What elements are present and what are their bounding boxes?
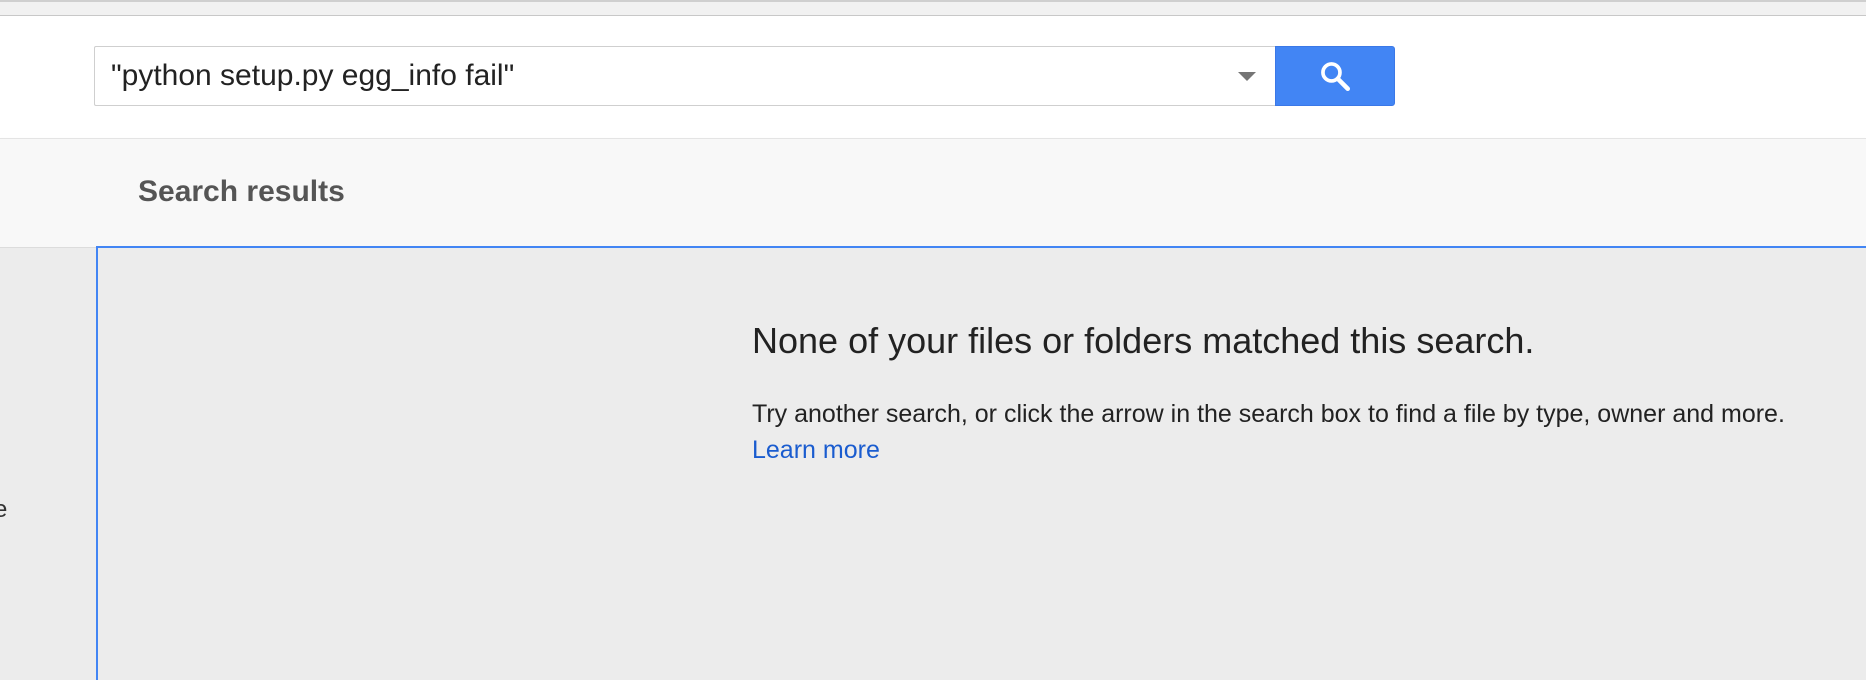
sidebar-partial-label: e <box>0 496 8 523</box>
browser-top-strip <box>0 0 1866 16</box>
chevron-down-icon <box>1238 72 1256 81</box>
search-header <box>0 16 1866 138</box>
search-input[interactable] <box>111 47 1211 105</box>
search-icon <box>1321 62 1351 92</box>
page-title: Search results <box>138 175 345 208</box>
search-options-button[interactable] <box>1232 61 1262 91</box>
search-box[interactable] <box>94 46 1276 106</box>
left-sidebar: e <box>0 248 96 680</box>
results-pane: None of your files or folders matched th… <box>96 246 1866 680</box>
learn-more-link[interactable]: Learn more <box>752 436 880 465</box>
empty-state-message: Try another search, or click the arrow i… <box>752 400 1785 428</box>
search-results-bar: Search results <box>0 138 1866 248</box>
empty-state-heading: None of your files or folders matched th… <box>752 320 1535 361</box>
search-button[interactable] <box>1275 46 1395 106</box>
